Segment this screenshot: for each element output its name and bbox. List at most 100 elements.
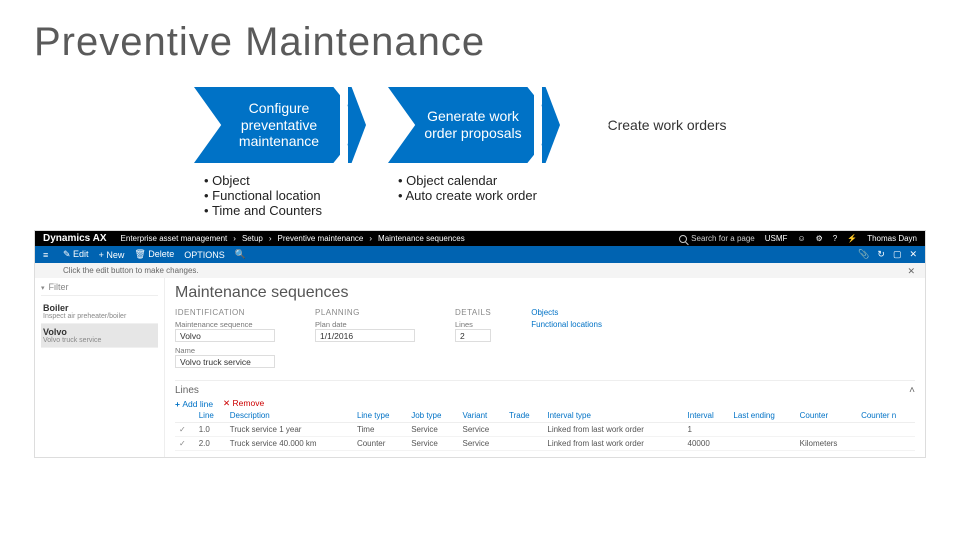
- edit-button[interactable]: ✎ Edit: [63, 249, 89, 260]
- cell-interval[interactable]: 40000: [684, 437, 730, 451]
- field-value[interactable]: Volvo truck service: [175, 355, 275, 368]
- crumb[interactable]: Preventive maintenance: [278, 234, 364, 243]
- chevron-configure: Configure preventative maintenance: [194, 87, 364, 163]
- field-value[interactable]: 1/1/2016: [315, 329, 415, 342]
- cell-linetype[interactable]: Time: [353, 423, 407, 437]
- filter-placeholder: Filter: [49, 282, 69, 292]
- cell-countern[interactable]: [857, 437, 915, 451]
- electric-icon[interactable]: ⚡: [847, 234, 857, 243]
- list-pane: Filter Boiler Inspect air preheater/boil…: [35, 278, 165, 457]
- field-value[interactable]: Volvo: [175, 329, 275, 342]
- crumb[interactable]: Setup: [242, 234, 263, 243]
- col-interval[interactable]: Interval: [684, 409, 730, 423]
- attach-icon[interactable]: 📎: [858, 249, 869, 260]
- user-name[interactable]: Thomas Dayn: [867, 234, 917, 243]
- cell-intervaltype[interactable]: Linked from last work order: [543, 437, 683, 451]
- chevron-label: Configure preventative maintenance: [194, 87, 364, 163]
- dynamics-window: Dynamics AX Enterprise asset management ›…: [34, 230, 926, 458]
- cell-counter[interactable]: Kilometers: [796, 437, 857, 451]
- col-lastending[interactable]: Last ending: [729, 409, 795, 423]
- bullet-item: Functional location: [204, 188, 374, 203]
- delete-button[interactable]: 🗑 Delete: [134, 249, 174, 260]
- new-button[interactable]: + New: [99, 250, 125, 260]
- cell-linetype[interactable]: Counter: [353, 437, 407, 451]
- field-plan-date: Plan date 1/1/2016: [315, 320, 415, 342]
- lines-toolbar: Add line Remove: [175, 398, 915, 409]
- gear-icon[interactable]: ⚙: [816, 234, 823, 243]
- breadcrumb: Dynamics AX Enterprise asset management ›…: [43, 233, 465, 244]
- cell-countern[interactable]: [857, 423, 915, 437]
- info-close-icon[interactable]: ✕: [907, 266, 915, 277]
- col-trade[interactable]: Trade: [505, 409, 543, 423]
- field-name: Name Volvo truck service: [175, 346, 275, 368]
- col-countern[interactable]: Counter n: [857, 409, 915, 423]
- crumb[interactable]: Maintenance sequences: [378, 234, 465, 243]
- table-row[interactable]: 1.0 Truck service 1 year Time Service Se…: [175, 423, 915, 437]
- cell-jobtype[interactable]: Service: [407, 437, 458, 451]
- link-func-loc[interactable]: Functional locations: [531, 320, 602, 329]
- cell-trade[interactable]: [505, 423, 543, 437]
- group-links: Objects Functional locations: [531, 308, 602, 372]
- options-button[interactable]: OPTIONS: [184, 250, 225, 260]
- col-linetype[interactable]: Line type: [353, 409, 407, 423]
- group-head: DETAILS: [455, 308, 491, 317]
- cell-desc[interactable]: Truck service 1 year: [226, 423, 353, 437]
- add-line-button[interactable]: Add line: [175, 399, 213, 409]
- cell-jobtype[interactable]: Service: [407, 423, 458, 437]
- crumb-sep: ›: [269, 234, 272, 243]
- row-check[interactable]: [175, 423, 195, 437]
- titlebar: Dynamics AX Enterprise asset management ›…: [35, 231, 925, 246]
- row-check[interactable]: [175, 437, 195, 451]
- cell-line[interactable]: 1.0: [195, 423, 226, 437]
- refresh-icon[interactable]: ↻: [877, 249, 885, 260]
- group-head: IDENTIFICATION: [175, 308, 275, 317]
- cell-desc[interactable]: Truck service 40.000 km: [226, 437, 353, 451]
- filter-input[interactable]: Filter: [41, 282, 158, 296]
- crumb[interactable]: Enterprise asset management: [121, 234, 228, 243]
- smiley-icon[interactable]: ☺: [797, 234, 805, 243]
- group-identification: IDENTIFICATION Maintenance sequence Volv…: [175, 308, 275, 372]
- cell-line[interactable]: 2.0: [195, 437, 226, 451]
- col-jobtype[interactable]: Job type: [407, 409, 458, 423]
- cell-intervaltype[interactable]: Linked from last work order: [543, 423, 683, 437]
- field-groups: IDENTIFICATION Maintenance sequence Volv…: [175, 308, 915, 372]
- hamburger-icon[interactable]: [43, 250, 53, 260]
- search-icon[interactable]: 🔍: [235, 249, 246, 260]
- cell-interval[interactable]: 1: [684, 423, 730, 437]
- col-desc[interactable]: Description: [226, 409, 353, 423]
- popout-icon[interactable]: ▢: [893, 249, 902, 260]
- cell-counter[interactable]: [796, 423, 857, 437]
- ribbon: ✎ Edit + New 🗑 Delete OPTIONS 🔍 📎 ↻ ▢ ✕: [35, 246, 925, 263]
- help-icon[interactable]: ?: [833, 234, 837, 243]
- cell-variant[interactable]: Service: [459, 423, 506, 437]
- chevron-row: Configure preventative maintenance Gener…: [194, 87, 926, 163]
- cell-variant[interactable]: Service: [459, 437, 506, 451]
- col-variant[interactable]: Variant: [459, 409, 506, 423]
- list-item[interactable]: Volvo Volvo truck service: [41, 324, 158, 348]
- search-icon: [679, 235, 687, 243]
- close-icon[interactable]: ✕: [909, 249, 917, 260]
- lines-section-header: Lines ˄: [175, 380, 915, 396]
- chevron-up-icon[interactable]: ˄: [909, 385, 915, 396]
- new-label: New: [106, 250, 124, 260]
- list-item[interactable]: Boiler Inspect air preheater/boiler: [41, 300, 158, 324]
- product-name: Dynamics AX: [43, 233, 107, 244]
- link-objects[interactable]: Objects: [531, 308, 602, 317]
- cell-trade[interactable]: [505, 437, 543, 451]
- col-line[interactable]: Line: [195, 409, 226, 423]
- cell-lastending[interactable]: [729, 437, 795, 451]
- remove-line-button[interactable]: Remove: [223, 398, 264, 409]
- page-title: Preventive Maintenance: [34, 20, 926, 65]
- table-row[interactable]: 2.0 Truck service 40.000 km Counter Serv…: [175, 437, 915, 451]
- cell-lastending[interactable]: [729, 423, 795, 437]
- search-input[interactable]: Search for a page: [679, 234, 755, 243]
- col-check[interactable]: [175, 409, 195, 423]
- col-intervaltype[interactable]: Interval type: [543, 409, 683, 423]
- company-picker[interactable]: USMF: [765, 234, 788, 243]
- col-counter[interactable]: Counter: [796, 409, 857, 423]
- group-head: PLANNING: [315, 308, 415, 317]
- field-value[interactable]: 2: [455, 329, 491, 342]
- delete-label: Delete: [148, 249, 174, 259]
- bullet-item: Auto create work order: [398, 188, 568, 203]
- titlebar-right: Search for a page USMF ☺ ⚙ ? ⚡ Thomas Da…: [679, 234, 917, 243]
